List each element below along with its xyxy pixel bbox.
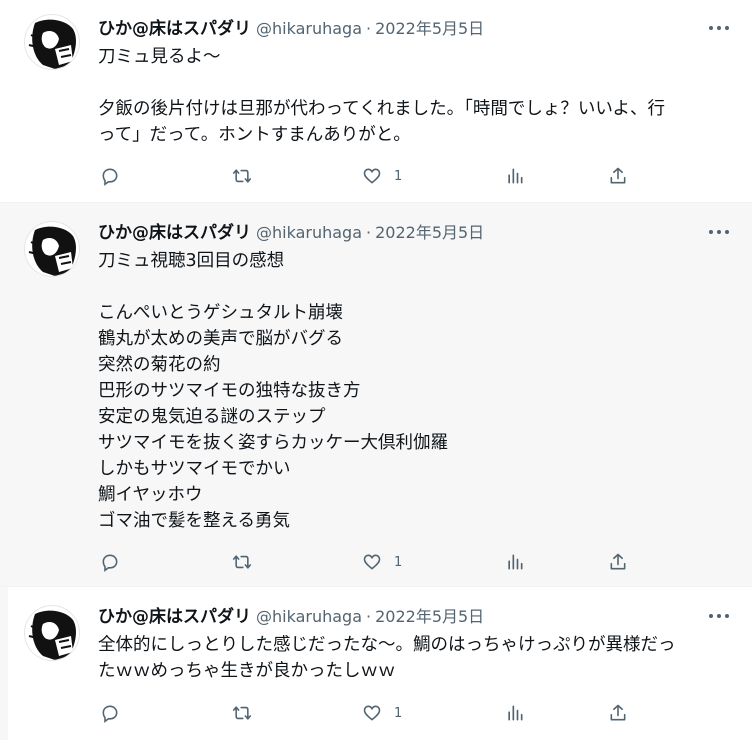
avatar-image [28,19,76,69]
share-icon [610,167,626,184]
tweet-text: 刀ミュ視聴3回目の感想 こんぺいとうゲシュタルト崩壊 鶴丸が太めの美声で脳がバグ… [98,248,728,534]
tweet-line: たｗｗめっちゃ生きが良かったしｗｗ [98,661,396,681]
action-bar: 1 [100,164,640,188]
tweet-text: 刀ミュ見るよ〜 夕飯の後片付けは旦那が代わってくれました。「時間でしょ？いいよ、… [98,44,728,148]
user-handle[interactable]: @hikaruhaga [256,606,362,628]
avatar-image [28,610,76,660]
display-name[interactable]: ひか@床はスパダリ [98,222,251,244]
share-button[interactable] [608,550,628,574]
like-count: 1 [394,705,403,721]
tweet-line: 刀ミュ見るよ〜 [98,47,221,67]
separator: · [366,607,372,626]
views-icon [508,554,523,570]
tweet[interactable]: ひか@床はスパダリ @hikaruhaga · 2022年5月5日 刀ミュ見るよ… [0,0,752,203]
tweet-line: 突然の菊花の約 [98,355,221,375]
tweet-line: ゴマ油で髪を整える勇気 [98,511,290,531]
reply-icon [102,554,118,572]
tweet-line: こんぺいとうゲシュタルト崩壊 [98,303,343,323]
share-icon [610,553,626,570]
more-icon[interactable] [704,16,734,40]
like-button[interactable]: 1 [362,701,402,725]
tweet-line: 刀ミュ視聴3回目の感想 [98,251,285,271]
heart-icon [363,705,381,721]
share-button[interactable] [608,701,628,725]
reply-button[interactable] [100,701,120,725]
more-icon[interactable] [704,220,734,244]
retweet-button[interactable] [232,164,252,188]
heart-icon [363,554,381,570]
tweet-date[interactable]: 2022年5月5日 [375,222,484,244]
like-button[interactable]: 1 [362,164,402,188]
tweet-line: 鶴丸が太めの美声で脳がバグる [98,329,343,349]
action-bar: 1 [100,550,640,574]
avatar[interactable] [24,605,80,661]
retweet-icon [232,555,252,569]
user-handle[interactable]: @hikaruhaga [256,18,362,40]
tweet-line: 鯛イヤッホウ [98,485,203,505]
user-handle[interactable]: @hikaruhaga [256,222,362,244]
views-button[interactable] [505,164,525,188]
display-name[interactable]: ひか@床はスパダリ [98,606,251,628]
views-icon [508,705,523,721]
reply-button[interactable] [100,164,120,188]
tweet-line: しかもサツマイモでかい [98,459,291,479]
display-name[interactable]: ひか@床はスパダリ [98,18,251,40]
tweet[interactable]: ひか@床はスパダリ @hikaruhaga · 2022年5月5日 全体的にしっ… [0,587,752,740]
heart-icon [363,168,381,184]
reply-icon [102,705,118,723]
tweet-line: 安定の鬼気迫る謎のステップ [98,407,326,427]
retweet-icon [232,169,252,183]
separator: · [366,223,372,242]
reply-button[interactable] [100,550,120,574]
views-icon [508,168,523,184]
like-count: 1 [394,554,403,570]
tweet-text: 全体的にしっとりした感じだったな〜。鯛のはっちゃけっぷりが異様だっ たｗｗめっち… [98,632,728,684]
tweet-header: ひか@床はスパダリ @hikaruhaga · 2022年5月5日 [98,606,484,628]
retweet-icon [232,706,252,720]
tweet-line: 夕飯の後片付けは旦那が代わってくれました。「時間でしょ？いいよ、行 [98,99,665,119]
like-count: 1 [394,168,403,184]
retweet-button[interactable] [232,550,252,574]
action-bar: 1 [100,701,640,725]
tweet-line: 全体的にしっとりした感じだったな〜。鯛のはっちゃけっぷりが異様だっ [98,635,676,655]
tweet-line: サツマイモを抜く姿すらカッケー大倶利伽羅 [98,433,448,453]
tweet-header: ひか@床はスパダリ @hikaruhaga · 2022年5月5日 [98,18,484,40]
tweet-line: 巴形のサツマイモの独特な抜き方 [98,381,361,401]
reply-icon [102,168,118,186]
tweet-header: ひか@床はスパダリ @hikaruhaga · 2022年5月5日 [98,222,484,244]
share-button[interactable] [608,164,628,188]
tweet-line: って」だって。ホントすまんありがと。 [98,125,411,145]
like-button[interactable]: 1 [362,550,402,574]
more-icon[interactable] [704,604,734,628]
tweet[interactable]: ひか@床はスパダリ @hikaruhaga · 2022年5月5日 刀ミュ視聴3… [0,203,752,587]
tweet-line [98,274,728,300]
avatar[interactable] [24,14,80,70]
share-icon [610,704,626,721]
retweet-button[interactable] [232,701,252,725]
views-button[interactable] [505,701,525,725]
separator: · [366,19,372,38]
tweet-date[interactable]: 2022年5月5日 [375,606,484,628]
views-button[interactable] [505,550,525,574]
avatar[interactable] [24,221,80,277]
avatar-image [28,226,76,276]
tweet-line [98,70,728,96]
tweet-date[interactable]: 2022年5月5日 [375,18,484,40]
